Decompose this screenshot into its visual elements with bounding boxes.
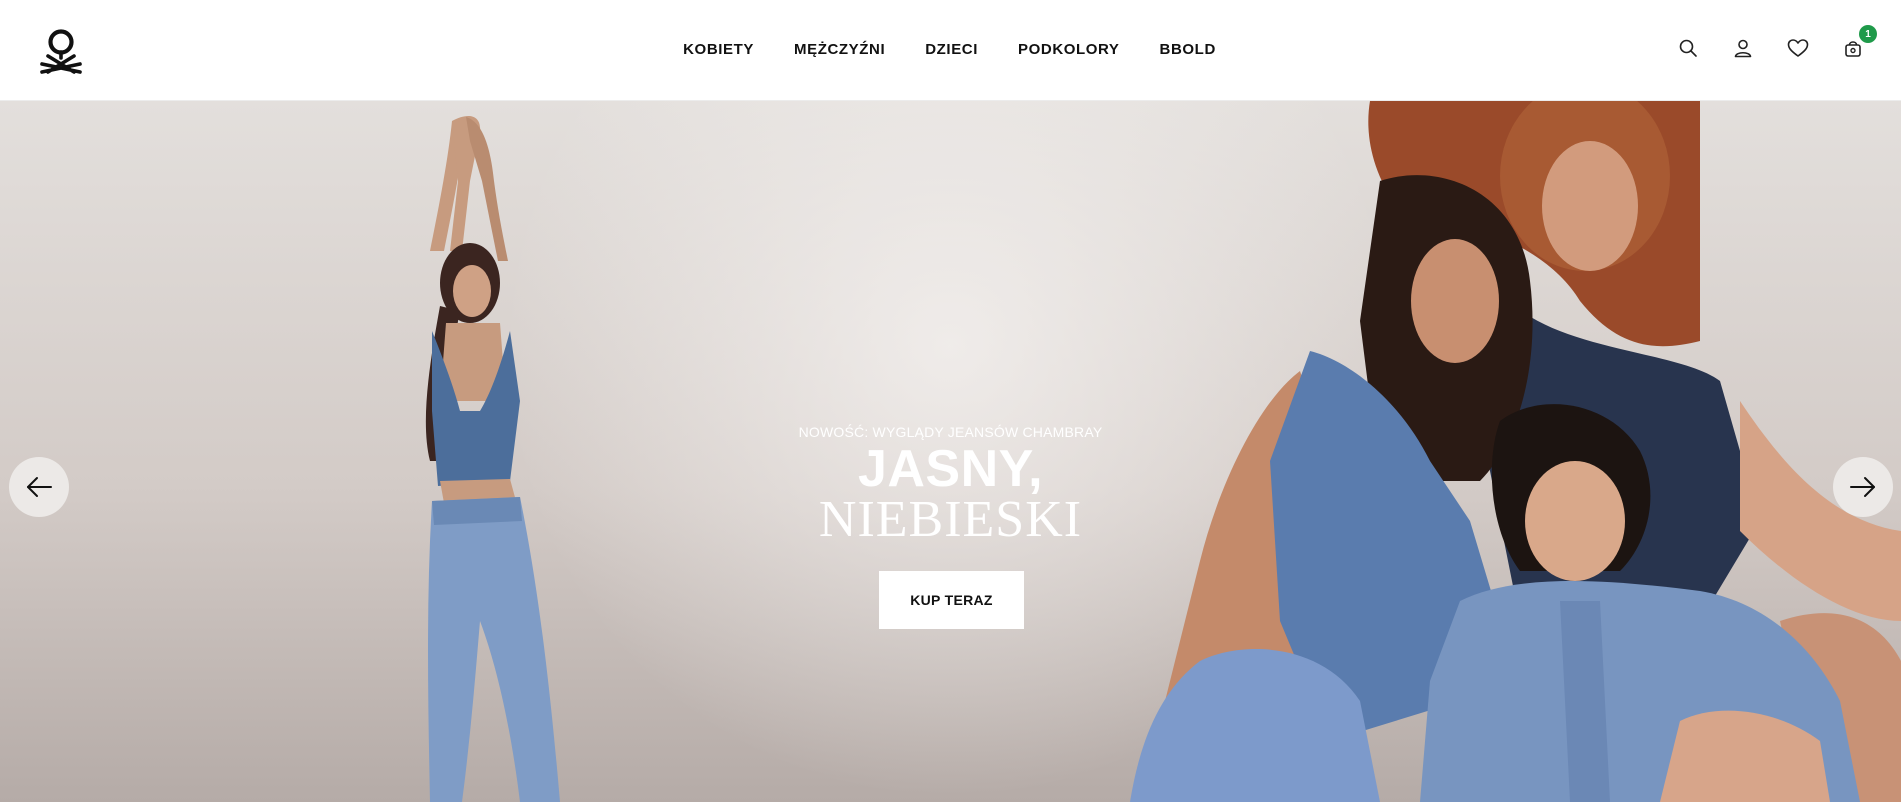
account-button[interactable] [1731,36,1755,60]
cart-icon [1845,41,1861,57]
nav-item-dzieci[interactable]: DZIECI [925,41,978,58]
cart-button[interactable]: 1 [1841,25,1877,60]
main-nav: KOBIETY MĘŻCZYŹNI DZIECI PODKOLORY BBOLD [0,0,1901,101]
hero-banner: NOWOŚĆ: WYGLĄDY JEANSÓW CHAMBRAY JASNY, … [0,101,1901,802]
arrow-left-icon [27,477,52,497]
nav-item-kobiety[interactable]: KOBIETY [683,41,754,58]
cart-count-badge: 1 [1859,25,1877,43]
heart-icon [1787,39,1809,57]
search-button[interactable] [1676,36,1700,60]
brand-logo[interactable] [38,28,84,74]
hero-photo [425,101,1901,802]
header-actions: 1 [1676,25,1877,60]
wishlist-button[interactable] [1786,36,1810,60]
arrow-right-icon [1850,477,1875,497]
carousel-prev-button[interactable] [9,457,69,517]
models-right-group [1130,101,1901,802]
site-header: KOBIETY MĘŻCZYŹNI DZIECI PODKOLORY BBOLD [0,0,1901,101]
shop-now-button[interactable]: KUP TERAZ [879,571,1024,629]
user-icon [1734,39,1752,58]
benetton-knot-logo-icon [40,29,82,74]
carousel-next-button[interactable] [1833,457,1893,517]
nav-item-podkolory[interactable]: PODKOLORY [1018,41,1120,58]
search-icon [1679,39,1697,57]
nav-item-mezczyzni[interactable]: MĘŻCZYŹNI [794,41,885,58]
nav-item-bbold[interactable]: BBOLD [1160,41,1216,58]
model-left-figure [425,115,560,802]
